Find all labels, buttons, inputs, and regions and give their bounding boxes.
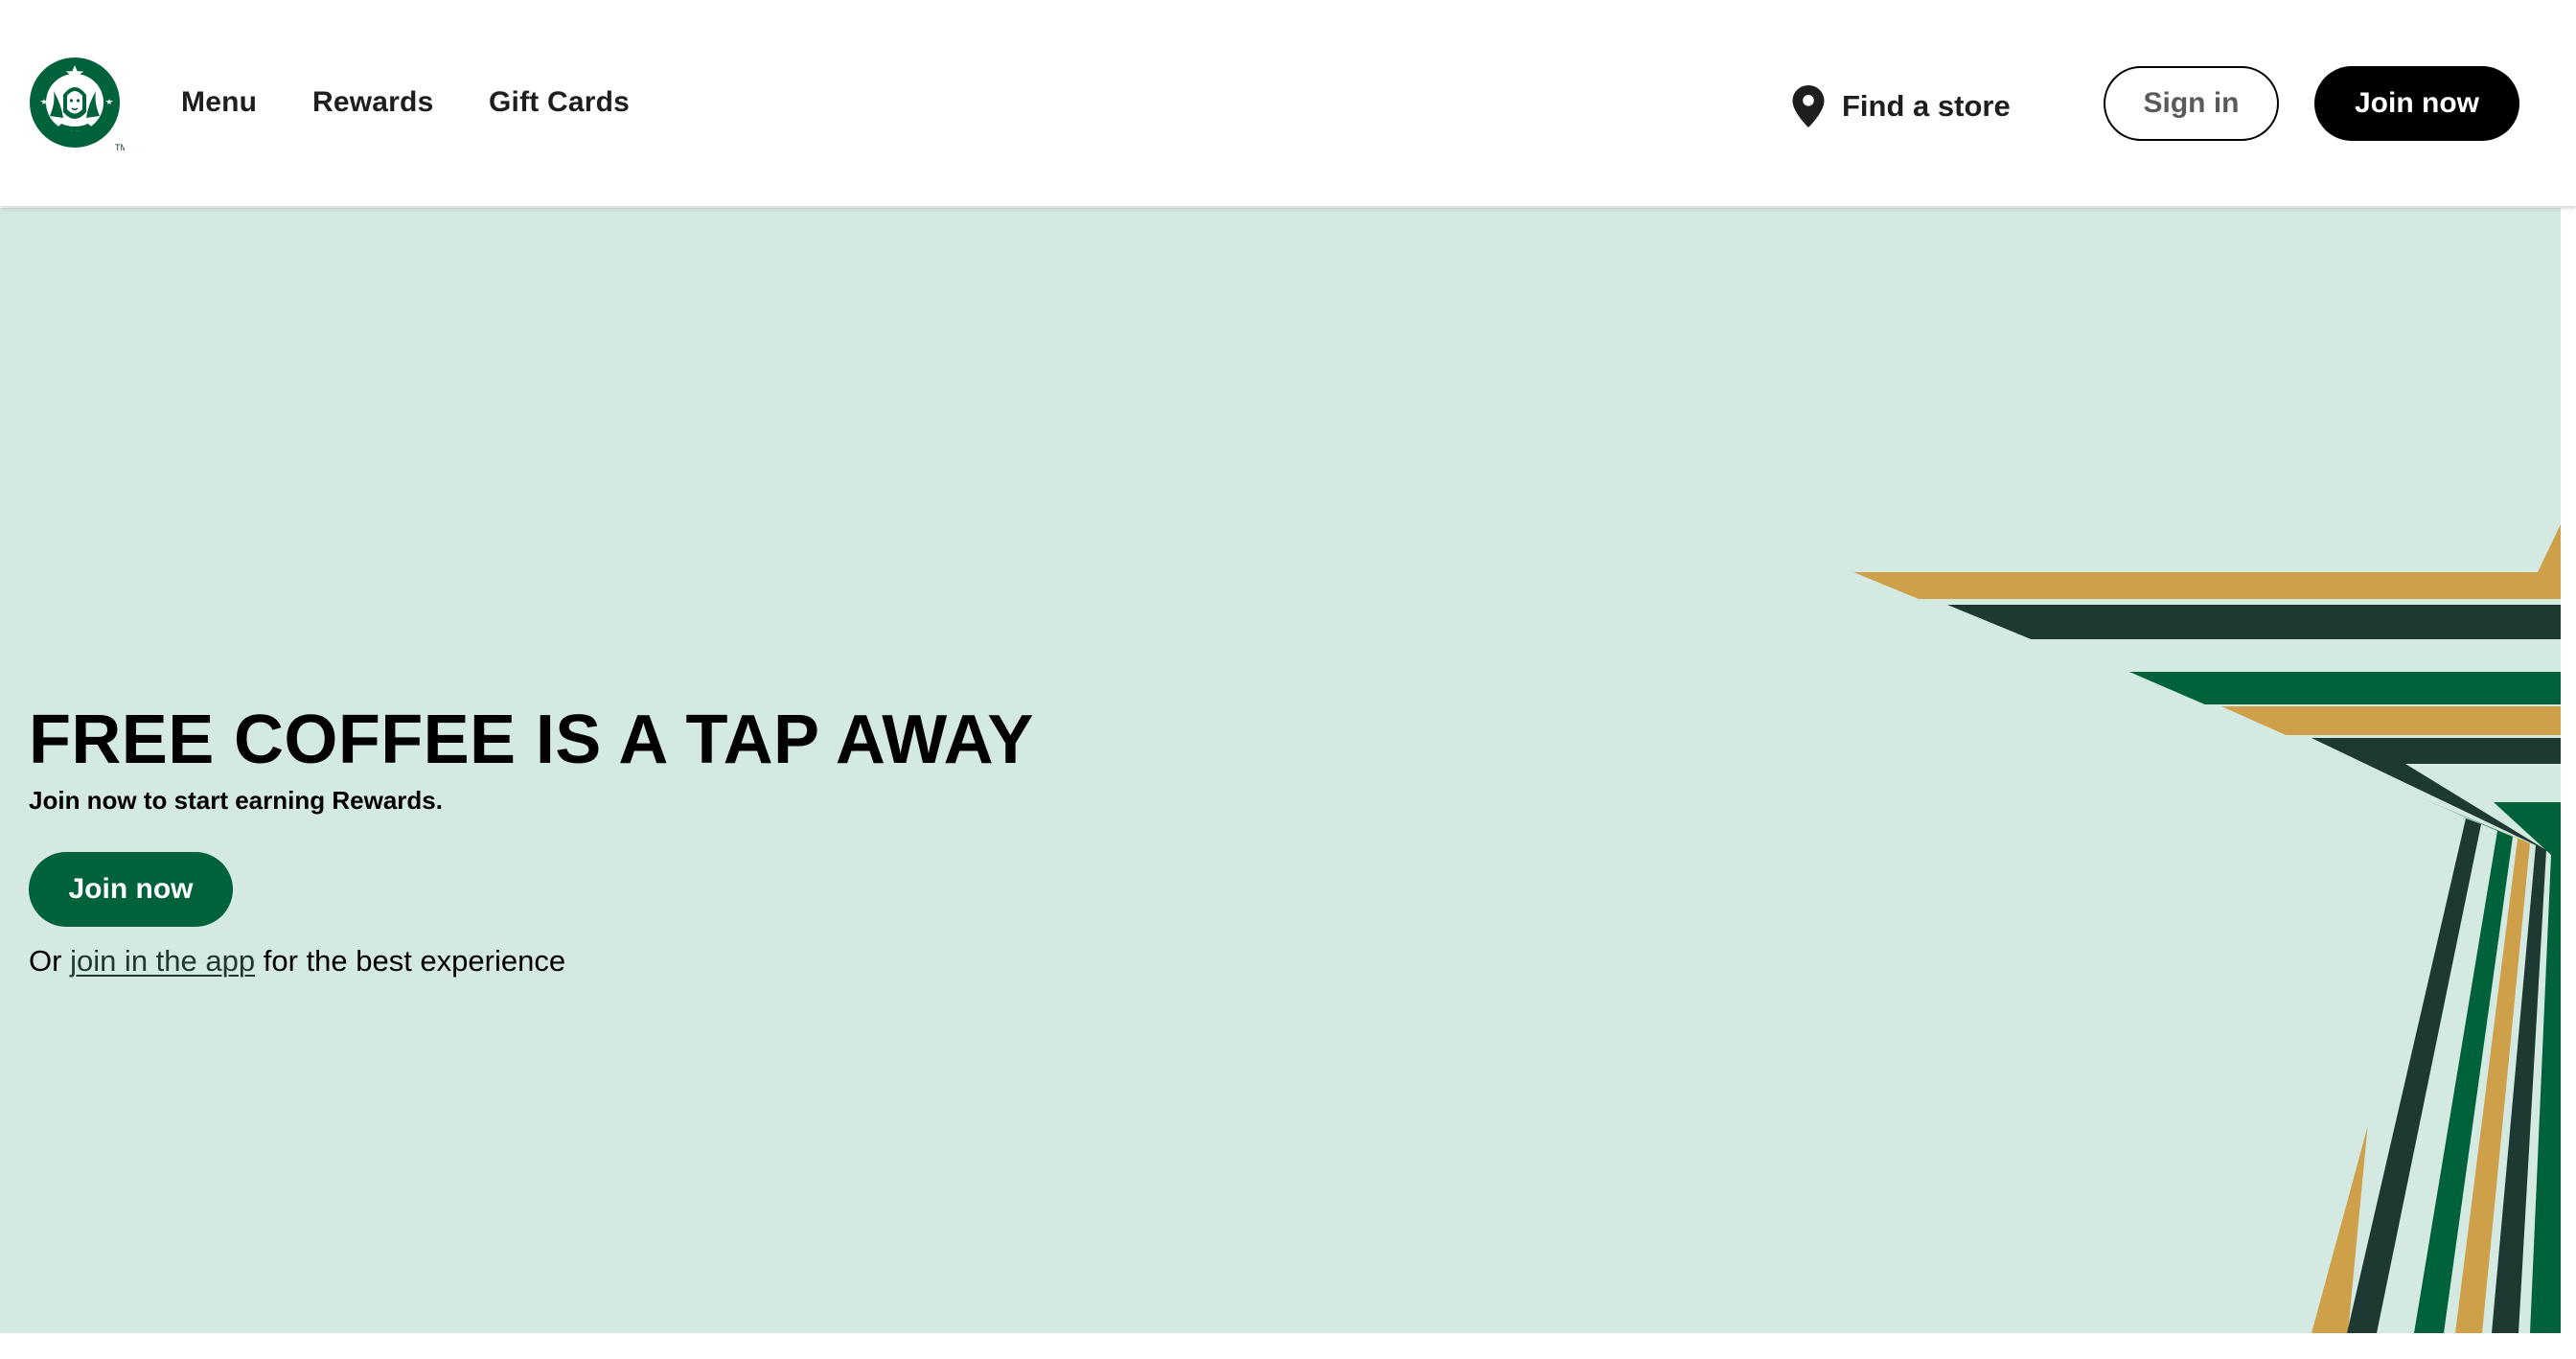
hero-subheadline: Join now to start earning Rewards. bbox=[29, 786, 443, 815]
hero-join-now-button[interactable]: Join now bbox=[29, 852, 233, 927]
hero-headline: FREE COFFEE IS A TAP AWAY bbox=[29, 702, 1034, 778]
find-a-store-link[interactable]: Find a store bbox=[1792, 82, 2011, 130]
join-in-app-prefix: Or bbox=[29, 944, 71, 978]
hero-banner: FREE COFFEE IS A TAP AWAY Join now to st… bbox=[0, 208, 2561, 1333]
nav-rewards-link[interactable]: Rewards bbox=[312, 86, 433, 119]
site-header: TM Menu Rewards Gift Cards Find a store … bbox=[0, 0, 2576, 206]
nav-gift-cards-link[interactable]: Gift Cards bbox=[489, 86, 630, 119]
trademark-label: TM bbox=[115, 143, 125, 152]
sign-in-button[interactable]: Sign in bbox=[2104, 66, 2279, 141]
find-a-store-label: Find a store bbox=[1842, 89, 2011, 123]
join-in-app-link[interactable]: join in the app bbox=[70, 944, 255, 978]
location-pin-icon bbox=[1792, 85, 1825, 127]
join-in-app-suffix: for the best experience bbox=[255, 944, 566, 978]
starbucks-siren-logo-icon[interactable]: TM bbox=[29, 57, 125, 152]
header-join-now-button[interactable]: Join now bbox=[2314, 66, 2519, 141]
nav-menu-link[interactable]: Menu bbox=[181, 86, 257, 119]
join-in-app-line: Or join in the app for the best experien… bbox=[29, 944, 565, 979]
